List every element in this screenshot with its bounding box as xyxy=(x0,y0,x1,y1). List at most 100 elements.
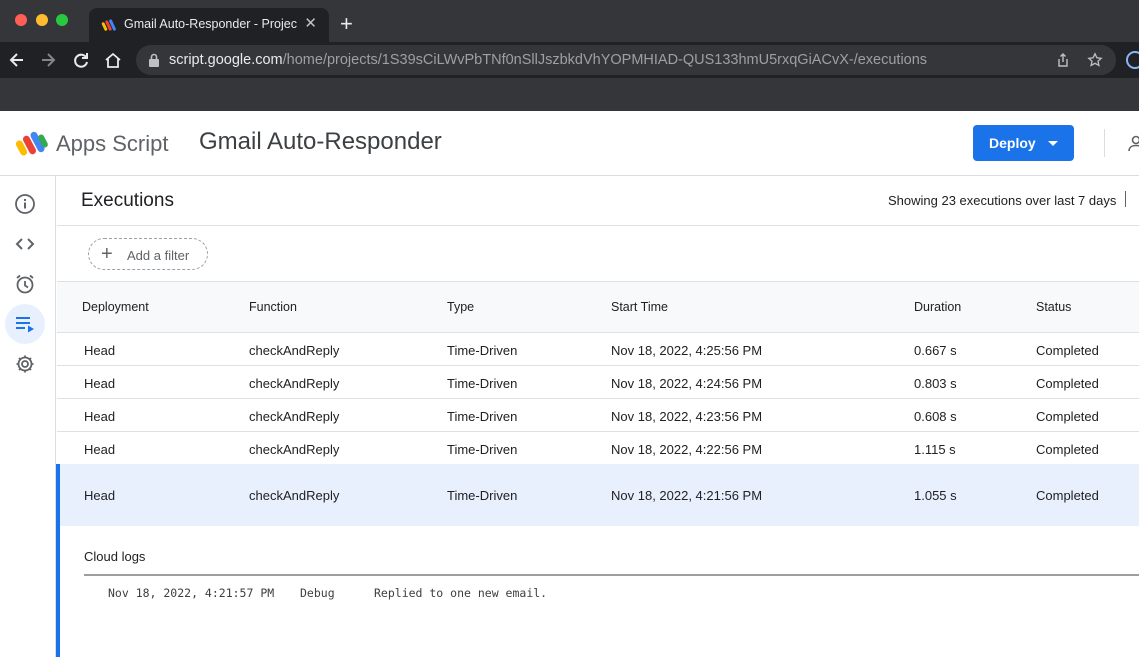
cell-function: checkAndReply xyxy=(249,376,340,391)
cell-type: Time-Driven xyxy=(447,488,518,503)
address-bar[interactable]: script.google.com/home/projects/1S39sCiL… xyxy=(136,45,1116,75)
log-entry-time: Nov 18, 2022, 4:21:57 PM xyxy=(108,586,275,600)
table-row-expanded[interactable]: Head checkAndReply Time-Driven Nov 18, 2… xyxy=(56,464,1139,526)
tab-close-icon[interactable]: ✕ xyxy=(304,16,317,32)
column-header-duration[interactable]: Duration xyxy=(914,300,961,314)
url-host: script.google.com xyxy=(169,52,283,68)
table-row[interactable]: Head checkAndReply Time-Driven Nov 18, 2… xyxy=(57,333,1139,366)
table-row[interactable]: Head checkAndReply Time-Driven Nov 18, 2… xyxy=(57,366,1139,399)
log-entry-message: Replied to one new email. xyxy=(374,586,548,600)
minimize-window-button[interactable] xyxy=(36,14,48,26)
toolbar-divider xyxy=(1125,191,1126,207)
cell-type: Time-Driven xyxy=(447,409,518,424)
cell-deployment: Head xyxy=(84,409,116,424)
app-header: Apps Script Gmail Auto-Responder Deploy xyxy=(0,111,1139,176)
cell-function: checkAndReply xyxy=(249,488,340,503)
browser-toolbar: script.google.com/home/projects/1S39sCiL… xyxy=(0,42,1139,78)
table-row[interactable]: Head checkAndReply Time-Driven Nov 18, 2… xyxy=(57,399,1139,432)
selected-row-indicator xyxy=(56,526,60,657)
gear-icon xyxy=(16,355,34,373)
share-icon[interactable] xyxy=(1055,52,1071,68)
cell-function: checkAndReply xyxy=(249,343,340,358)
cell-function: checkAndReply xyxy=(249,442,340,457)
browser-tab[interactable]: Gmail Auto-Responder - Projec ✕ xyxy=(89,8,329,42)
maximize-window-button[interactable] xyxy=(56,14,68,26)
cell-duration: 1.055 s xyxy=(914,488,957,503)
info-icon xyxy=(15,194,35,214)
cell-start-time: Nov 18, 2022, 4:22:56 PM xyxy=(611,442,763,457)
url-path: /home/projects/1S39sCiLWvPbTNf0nSllJszbk… xyxy=(282,52,928,68)
title-divider xyxy=(57,225,1139,226)
cell-type: Time-Driven xyxy=(447,343,518,358)
cell-duration: 1.115 s xyxy=(914,442,956,457)
cell-function: checkAndReply xyxy=(249,409,340,424)
cell-type: Time-Driven xyxy=(447,442,518,457)
project-name[interactable]: Gmail Auto-Responder xyxy=(199,128,442,156)
reload-icon[interactable] xyxy=(71,50,91,70)
alarm-clock-icon xyxy=(16,274,34,294)
lock-icon xyxy=(149,53,159,67)
add-filter-button[interactable]: + Add a filter xyxy=(88,238,208,270)
settings-button[interactable] xyxy=(5,344,45,384)
cell-deployment: Head xyxy=(84,343,116,358)
table-header: Deployment Function Type Start Time Dura… xyxy=(57,281,1139,333)
cell-deployment: Head xyxy=(84,376,116,391)
cell-status: Completed xyxy=(1036,376,1099,391)
page-title: Executions xyxy=(81,190,174,211)
table-row[interactable]: Head checkAndReply Time-Driven Nov 18, 2… xyxy=(57,432,1139,465)
plus-icon: + xyxy=(101,243,113,265)
profile-icon[interactable] xyxy=(1126,51,1139,69)
cell-status: Completed xyxy=(1036,343,1099,358)
executions-button[interactable] xyxy=(5,304,45,344)
add-filter-label: Add a filter xyxy=(127,248,190,263)
home-icon[interactable] xyxy=(103,50,123,70)
cell-status: Completed xyxy=(1036,442,1099,457)
cell-status: Completed xyxy=(1036,488,1099,503)
column-header-function[interactable]: Function xyxy=(249,300,297,314)
header-divider xyxy=(1104,129,1105,157)
cell-duration: 0.608 s xyxy=(914,409,957,424)
cell-type: Time-Driven xyxy=(447,376,518,391)
cell-start-time: Nov 18, 2022, 4:21:56 PM xyxy=(611,488,763,503)
apps-script-favicon-icon xyxy=(101,19,116,31)
deploy-button[interactable]: Deploy xyxy=(973,125,1074,161)
column-header-status[interactable]: Status xyxy=(1036,300,1071,314)
apps-script-logo-icon xyxy=(16,131,48,156)
executions-icon xyxy=(16,317,34,333)
cell-duration: 0.667 s xyxy=(914,343,957,358)
add-person-icon[interactable] xyxy=(1126,133,1139,153)
cell-start-time: Nov 18, 2022, 4:23:56 PM xyxy=(611,409,763,424)
code-icon xyxy=(15,238,35,250)
browser-chrome: Gmail Auto-Responder - Projec ✕ + script… xyxy=(0,0,1139,111)
executions-panel: Executions Showing 23 executions over la… xyxy=(56,176,1139,657)
column-header-start-time[interactable]: Start Time xyxy=(611,300,668,314)
log-entry-level: Debug xyxy=(300,586,335,600)
cloud-logs-panel: Cloud logs Nov 18, 2022, 4:21:57 PM Debu… xyxy=(56,526,1139,657)
cell-duration: 0.803 s xyxy=(914,376,957,391)
cloud-logs-title: Cloud logs xyxy=(84,549,146,564)
cloud-logs-divider xyxy=(84,574,1139,576)
cell-deployment: Head xyxy=(84,488,116,503)
tab-title: Gmail Auto-Responder - Projec xyxy=(124,17,297,31)
forward-icon[interactable] xyxy=(38,50,58,70)
new-tab-button[interactable]: + xyxy=(340,12,353,36)
close-window-button[interactable] xyxy=(15,14,27,26)
back-icon[interactable] xyxy=(7,50,27,70)
cell-status: Completed xyxy=(1036,409,1099,424)
column-header-type[interactable]: Type xyxy=(447,300,474,314)
cell-start-time: Nov 18, 2022, 4:25:56 PM xyxy=(611,343,763,358)
selected-row-indicator xyxy=(56,464,60,526)
column-header-deployment[interactable]: Deployment xyxy=(82,300,149,314)
left-nav-rail xyxy=(0,176,56,657)
triggers-button[interactable] xyxy=(5,264,45,304)
deploy-label: Deploy xyxy=(989,135,1036,151)
product-name[interactable]: Apps Script xyxy=(56,131,169,157)
star-icon[interactable] xyxy=(1087,52,1103,68)
cell-start-time: Nov 18, 2022, 4:24:56 PM xyxy=(611,376,763,391)
url-text: script.google.com/home/projects/1S39sCiL… xyxy=(169,52,927,68)
overview-button[interactable] xyxy=(5,184,45,224)
chevron-down-icon[interactable] xyxy=(1048,141,1058,146)
cell-deployment: Head xyxy=(84,442,116,457)
editor-button[interactable] xyxy=(5,224,45,264)
executions-count-text: Showing 23 executions over last 7 days xyxy=(888,193,1117,208)
